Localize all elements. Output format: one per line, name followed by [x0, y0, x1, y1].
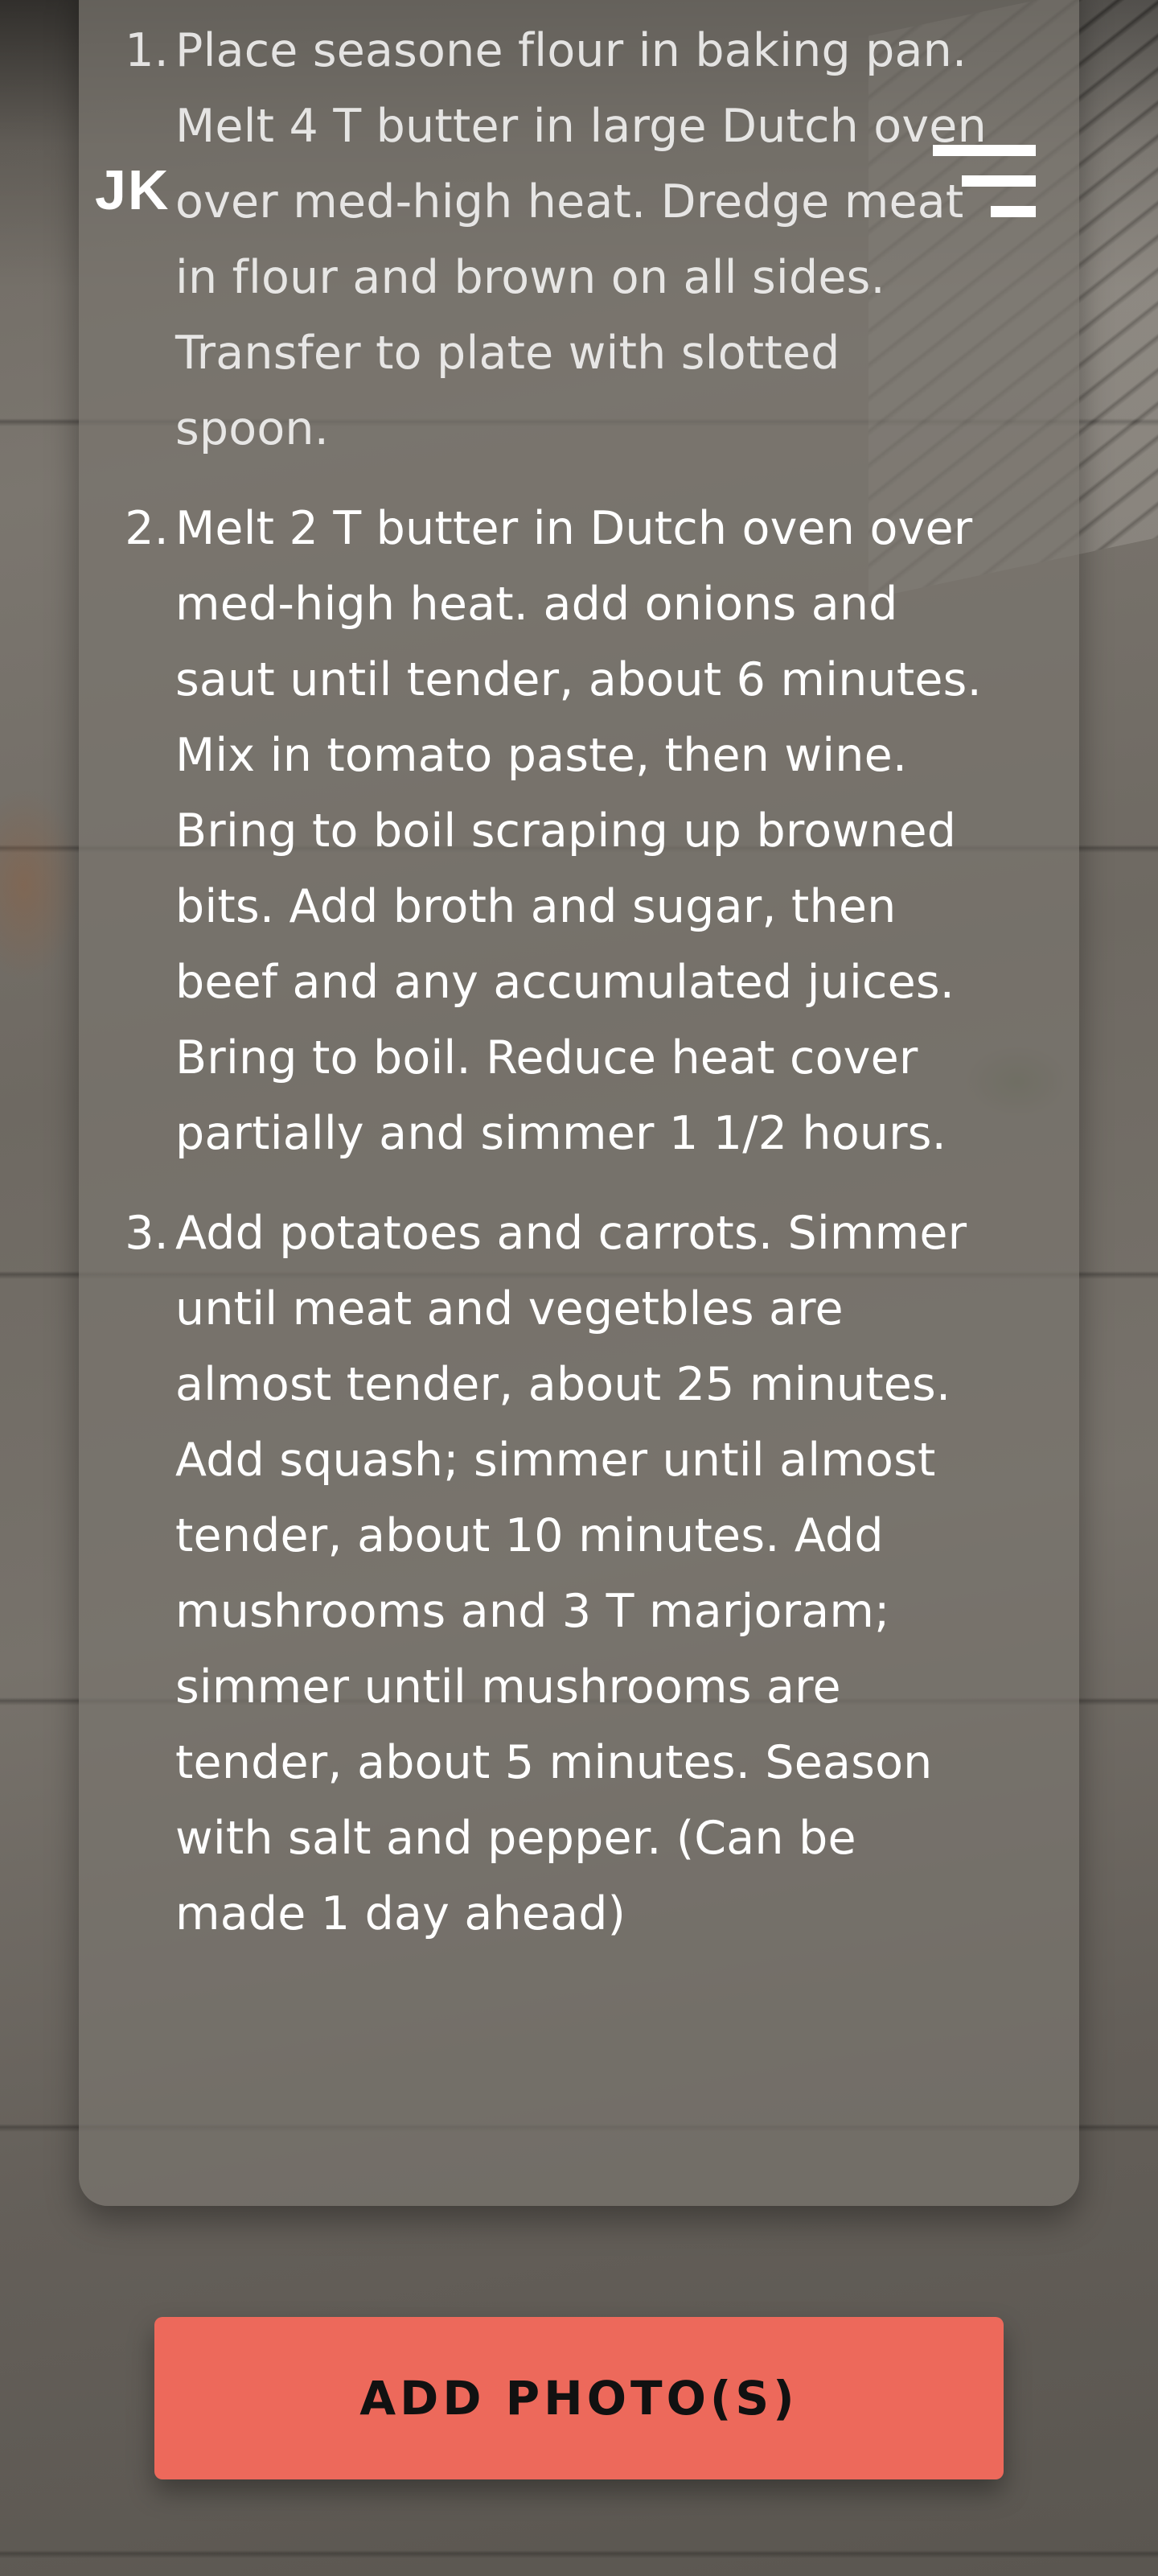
menu-bar-line: [991, 206, 1036, 217]
menu-bar-line: [933, 145, 1036, 156]
instruction-step-3: 3. Add potatoes and carrots. Simmer unti…: [79, 1195, 1079, 1952]
site-logo[interactable]: JK: [95, 158, 170, 222]
hamburger-menu-icon[interactable]: [931, 142, 1037, 225]
step-text: Add potatoes and carrots. Simmer until m…: [175, 1207, 967, 1940]
step-number: 3.: [125, 1207, 169, 1260]
step-text: Melt 2 T butter in Dutch oven over med-h…: [175, 502, 982, 1160]
background-stain: [0, 788, 80, 981]
top-bar: JK: [0, 0, 1158, 221]
menu-bar-line: [962, 175, 1036, 187]
add-photo-button[interactable]: ADD PHOTO(S): [154, 2317, 1004, 2479]
instruction-step-2: 2. Melt 2 T butter in Dutch oven over me…: [79, 491, 1079, 1171]
instructions-card: 1. Place seasone flour in baking pan. Me…: [79, 0, 1079, 2206]
instructions-list: 1. Place seasone flour in baking pan. Me…: [79, 13, 1079, 1976]
step-number: 2.: [125, 502, 169, 555]
